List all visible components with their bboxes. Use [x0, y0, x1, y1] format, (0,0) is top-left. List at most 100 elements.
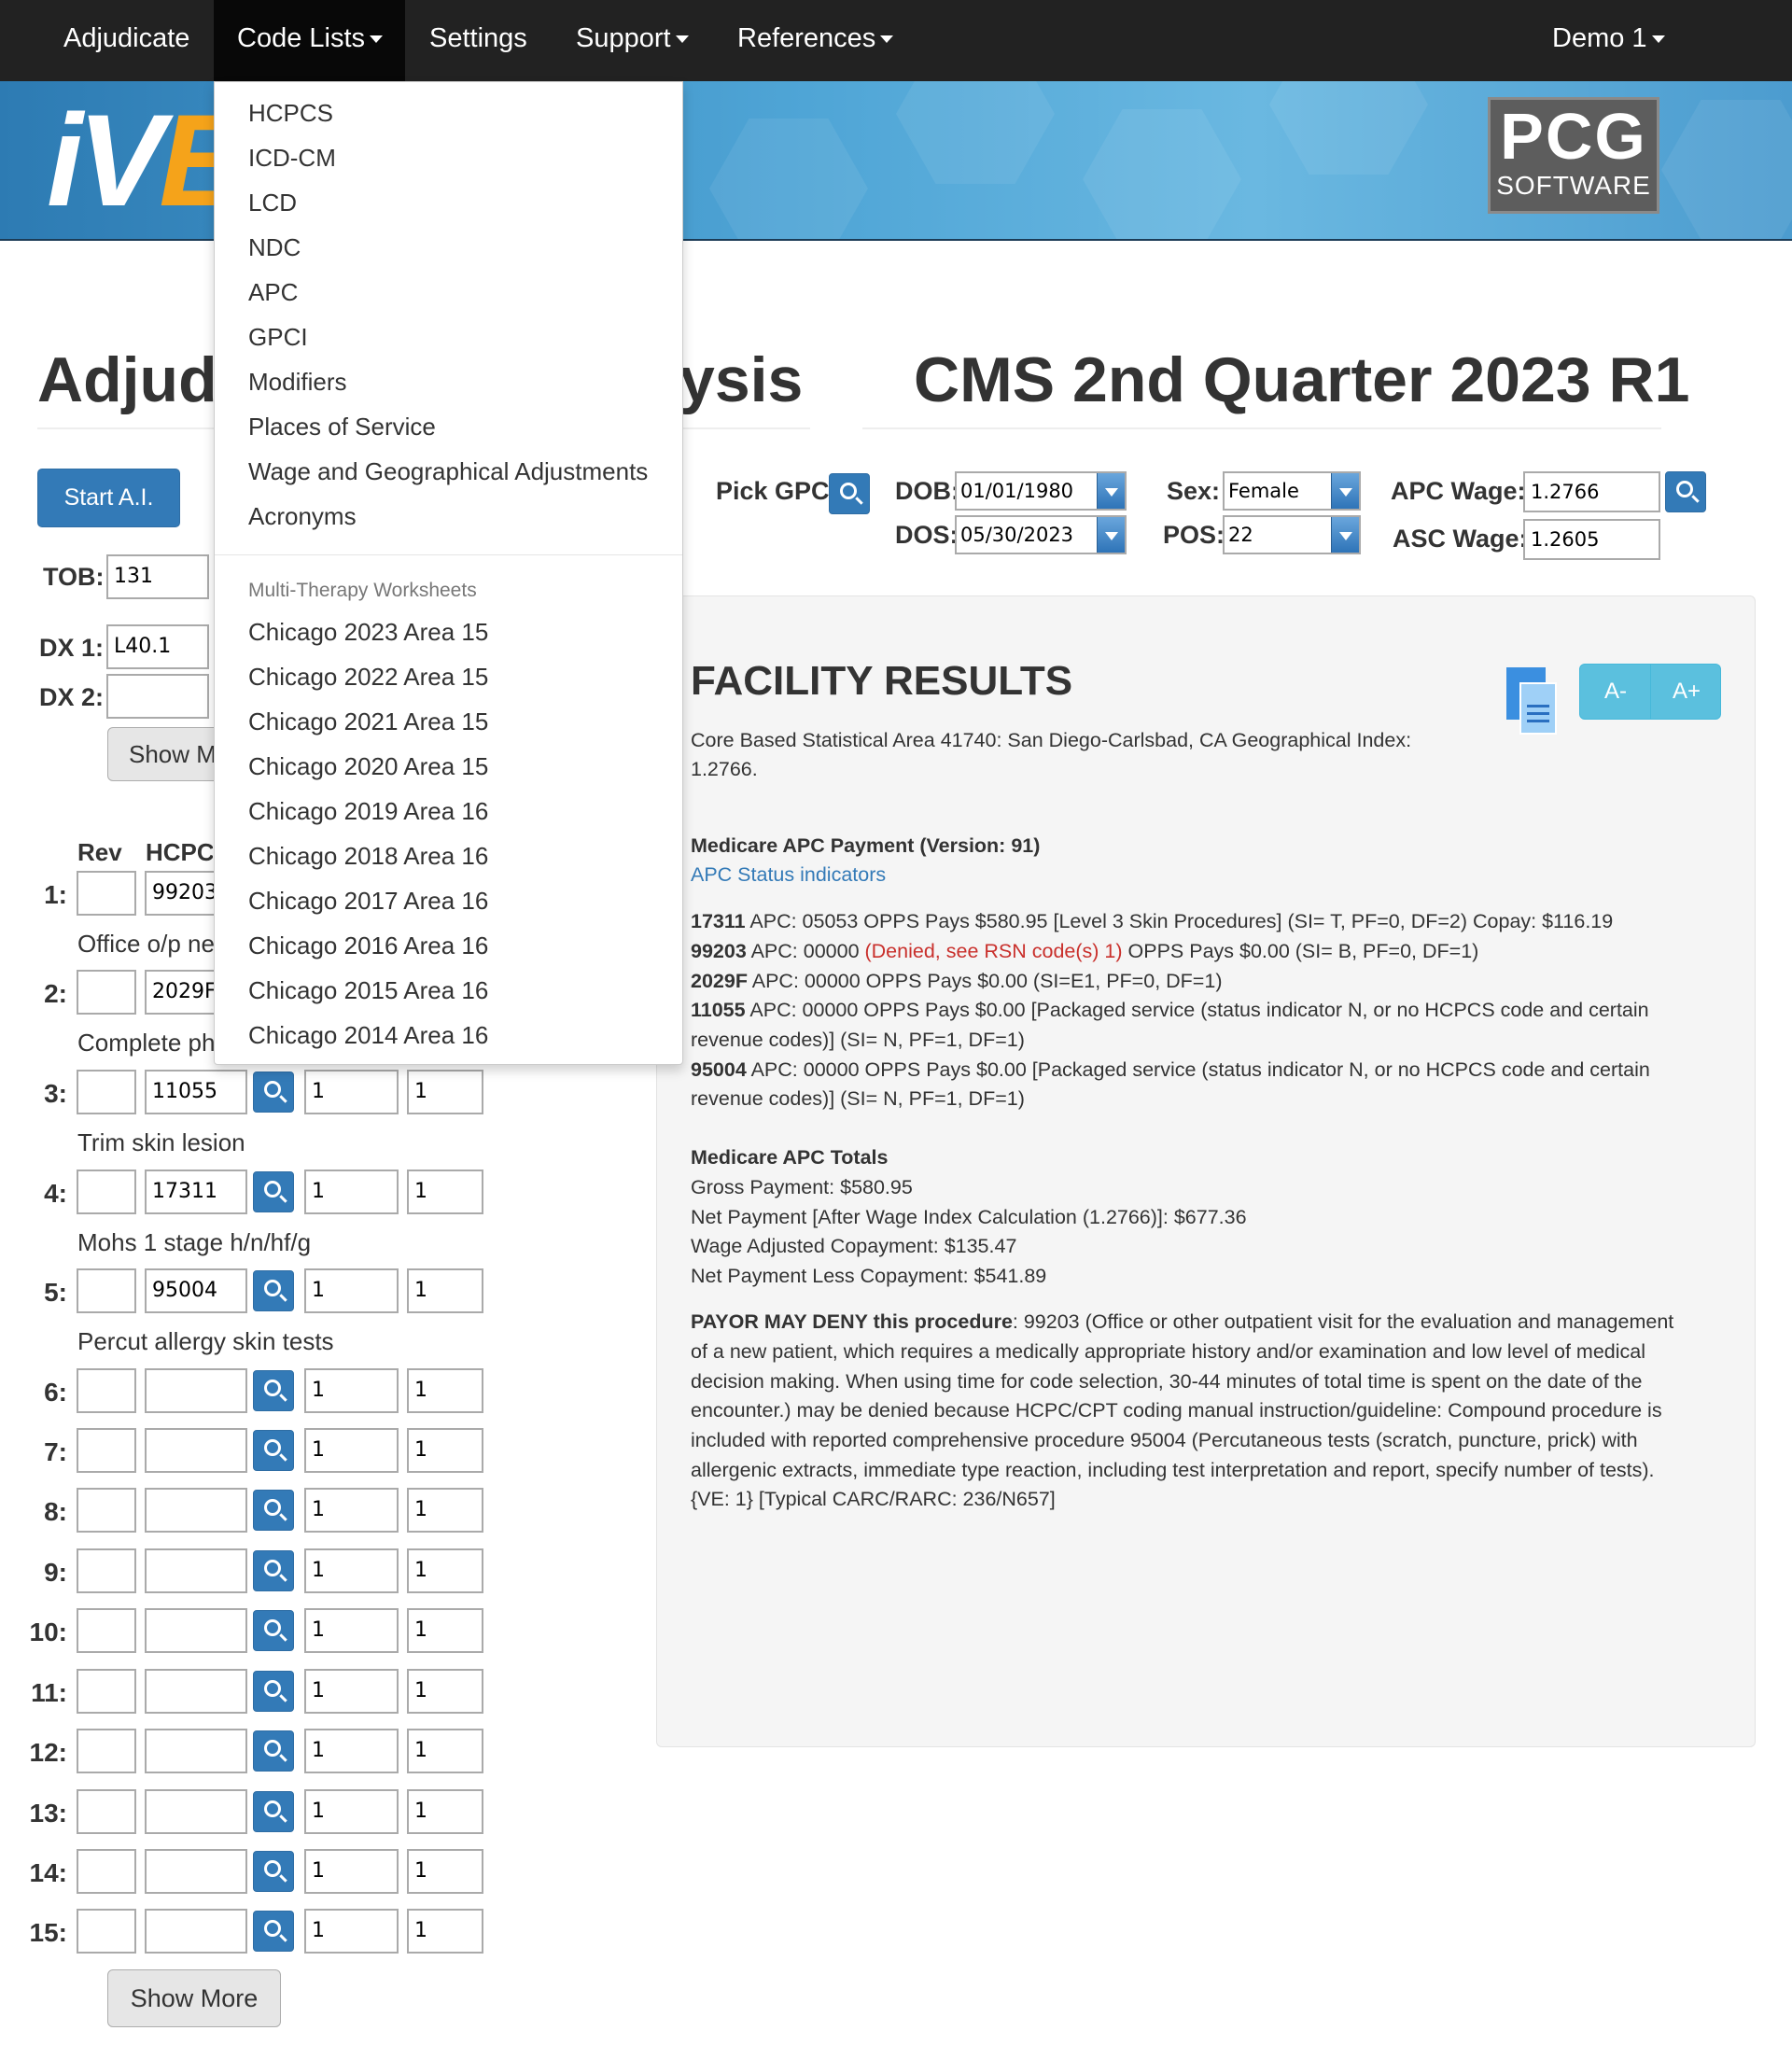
nav-support[interactable]: Support — [576, 0, 689, 81]
dropdown-worksheet-item[interactable]: Chicago 2016 Area 16 — [248, 931, 488, 960]
dropdown-worksheet-item[interactable]: Chicago 2023 Area 15 — [248, 618, 488, 647]
units-input[interactable]: 1 — [304, 1488, 399, 1533]
calendar-dropdown-icon[interactable] — [1097, 517, 1125, 553]
show-more-lines-button[interactable]: Show More — [107, 1969, 281, 2027]
nav-references[interactable]: References — [737, 0, 894, 81]
show-more-dx-button[interactable]: Show M — [107, 727, 229, 781]
hcpcs-input[interactable] — [145, 1548, 247, 1593]
dropdown-item-modifiers[interactable]: Modifiers — [248, 368, 346, 397]
hcpcs-input[interactable] — [145, 1488, 247, 1533]
units-input[interactable]: 1 — [304, 1849, 399, 1894]
hcpcs-search-button[interactable] — [253, 1270, 294, 1311]
dropdown-worksheet-item[interactable]: Chicago 2019 Area 16 — [248, 797, 488, 826]
rev-input[interactable] — [77, 1548, 136, 1593]
dropdown-worksheet-item[interactable]: Chicago 2014 Area 16 — [248, 1021, 488, 1050]
units-input[interactable]: 1 — [304, 1789, 399, 1834]
hcpcs-input[interactable] — [145, 1608, 247, 1653]
nav-user-menu[interactable]: Demo 1 — [1552, 0, 1665, 81]
tob-input[interactable]: 131 — [106, 554, 209, 599]
apc-wage-input[interactable]: 1.2766 — [1523, 471, 1660, 512]
dx2-input[interactable] — [106, 674, 209, 719]
apc-status-link[interactable]: APC Status indicators — [691, 861, 886, 890]
rev-input[interactable] — [77, 1669, 136, 1714]
quantity-input[interactable]: 1 — [407, 1729, 483, 1773]
hcpcs-input[interactable] — [145, 1849, 247, 1894]
dob-input[interactable]: 01/01/1980 — [955, 471, 1127, 511]
hcpcs-input[interactable] — [145, 1428, 247, 1473]
hcpcs-input[interactable] — [145, 1909, 247, 1954]
quantity-input[interactable]: 1 — [407, 1428, 483, 1473]
font-increase-button[interactable]: A+ — [1651, 665, 1722, 719]
hcpcs-search-button[interactable] — [253, 1911, 294, 1952]
units-input[interactable]: 1 — [304, 1909, 399, 1954]
font-decrease-button[interactable]: A- — [1580, 665, 1651, 719]
quantity-input[interactable]: 1 — [407, 1789, 483, 1834]
dropdown-worksheet-item[interactable]: Chicago 2015 Area 16 — [248, 976, 488, 1005]
dropdown-item-places-of-service[interactable]: Places of Service — [248, 413, 436, 441]
hcpcs-search-button[interactable] — [253, 1791, 294, 1832]
quantity-input[interactable]: 1 — [407, 1268, 483, 1313]
units-input[interactable]: 1 — [304, 1268, 399, 1313]
hcpcs-search-button[interactable] — [253, 1490, 294, 1531]
quantity-input[interactable]: 1 — [407, 1669, 483, 1714]
quantity-input[interactable]: 1 — [407, 1488, 483, 1533]
dropdown-item-gpci[interactable]: GPCI — [248, 323, 308, 352]
dropdown-worksheet-item[interactable]: Chicago 2021 Area 15 — [248, 707, 488, 736]
dropdown-item-lcd[interactable]: LCD — [248, 189, 297, 217]
quantity-input[interactable]: 1 — [407, 1368, 483, 1413]
pick-gpci-search-button[interactable] — [829, 473, 870, 514]
dropdown-worksheet-item[interactable]: Chicago 2018 Area 16 — [248, 842, 488, 871]
hcpcs-input[interactable]: 95004 — [145, 1268, 247, 1313]
rev-input[interactable] — [77, 871, 136, 916]
rev-input[interactable] — [77, 970, 136, 1015]
hcpcs-input[interactable] — [145, 1729, 247, 1773]
dropdown-item-hcpcs[interactable]: HCPCS — [248, 99, 333, 128]
sex-select[interactable]: Female — [1223, 471, 1361, 511]
hcpcs-search-button[interactable] — [253, 1671, 294, 1712]
rev-input[interactable] — [77, 1729, 136, 1773]
dx1-input[interactable]: L40.1 — [106, 624, 209, 669]
dropdown-item-wage-and-geographical-adjustments[interactable]: Wage and Geographical Adjustments — [248, 457, 648, 486]
quantity-input[interactable]: 1 — [407, 1548, 483, 1593]
dropdown-item-apc[interactable]: APC — [248, 278, 298, 307]
units-input[interactable]: 1 — [304, 1428, 399, 1473]
apc-wage-search-button[interactable] — [1665, 471, 1706, 512]
rev-input[interactable] — [77, 1268, 136, 1313]
asc-wage-input[interactable]: 1.2605 — [1523, 519, 1660, 560]
dropdown-item-ndc[interactable]: NDC — [248, 233, 301, 262]
hcpcs-search-button[interactable] — [253, 1370, 294, 1411]
rev-input[interactable] — [77, 1608, 136, 1653]
hcpcs-search-button[interactable] — [253, 1851, 294, 1892]
quantity-input[interactable]: 1 — [407, 1170, 483, 1214]
hcpcs-input[interactable] — [145, 1789, 247, 1834]
start-ai-button[interactable]: Start A.I. — [37, 469, 180, 527]
units-input[interactable]: 1 — [304, 1669, 399, 1714]
rev-input[interactable] — [77, 1070, 136, 1114]
hcpcs-search-button[interactable] — [253, 1550, 294, 1591]
denied-link[interactable]: (Denied, see RSN code(s) 1) — [865, 940, 1123, 962]
hcpcs-input[interactable]: 17311 — [145, 1170, 247, 1214]
units-input[interactable]: 1 — [304, 1548, 399, 1593]
rev-input[interactable] — [77, 1428, 136, 1473]
rev-input[interactable] — [77, 1170, 136, 1214]
nav-adjudicate[interactable]: Adjudicate — [63, 0, 189, 81]
rev-input[interactable] — [77, 1909, 136, 1954]
dropdown-worksheet-item[interactable]: Chicago 2020 Area 15 — [248, 752, 488, 781]
hcpcs-input[interactable]: 11055 — [145, 1070, 247, 1114]
dos-input[interactable]: 05/30/2023 — [955, 515, 1127, 554]
units-input[interactable]: 1 — [304, 1368, 399, 1413]
rev-input[interactable] — [77, 1789, 136, 1834]
hcpcs-input[interactable] — [145, 1669, 247, 1714]
pos-select[interactable]: 22 — [1223, 515, 1361, 554]
nav-settings[interactable]: Settings — [429, 0, 527, 81]
units-input[interactable]: 1 — [304, 1070, 399, 1114]
hcpcs-search-button[interactable] — [253, 1430, 294, 1471]
quantity-input[interactable]: 1 — [407, 1070, 483, 1114]
quantity-input[interactable]: 1 — [407, 1608, 483, 1653]
units-input[interactable]: 1 — [304, 1729, 399, 1773]
hcpcs-input[interactable] — [145, 1368, 247, 1413]
hcpcs-search-button[interactable] — [253, 1730, 294, 1772]
dropdown-item-acronyms[interactable]: Acronyms — [248, 502, 357, 531]
hcpcs-search-button[interactable] — [253, 1610, 294, 1651]
dropdown-item-icd-cm[interactable]: ICD-CM — [248, 144, 336, 173]
